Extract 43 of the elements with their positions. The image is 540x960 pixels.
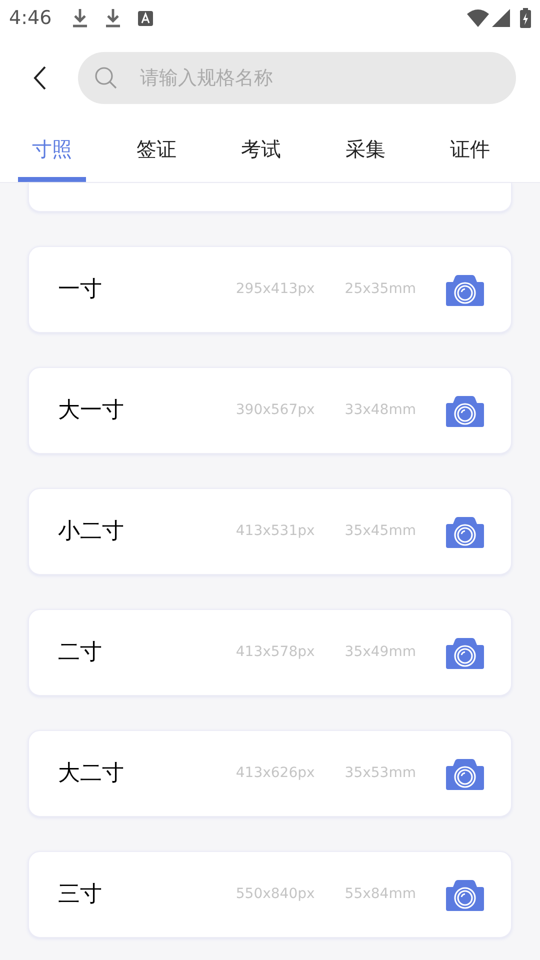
print-size: 33x48mm (344, 401, 416, 420)
camera-icon[interactable] (446, 758, 484, 790)
print-size: 35x45mm (344, 522, 416, 541)
search-icon (94, 66, 118, 90)
pixel-size: 550x840px (236, 885, 315, 904)
spec-name: 大一寸 (58, 397, 125, 425)
pixel-size: 295x413px (236, 280, 315, 299)
spec-name: 三寸 (58, 881, 103, 909)
pixel-size: 390x567px (236, 401, 315, 420)
battery-icon (520, 8, 531, 28)
category-tab[interactable]: 签证 (122, 120, 191, 182)
spec-card[interactable]: 大一寸 390x567px 33x48mm (28, 367, 512, 454)
spec-name: 小二寸 (58, 518, 125, 546)
spec-card[interactable]: 大二寸 413x626px 35x53mm (28, 730, 512, 817)
keyboard-icon (138, 10, 153, 26)
print-size: 25x35mm (344, 280, 416, 299)
camera-icon[interactable] (446, 516, 484, 548)
category-tab[interactable]: 采集 (331, 120, 400, 182)
wifi-icon (467, 9, 489, 27)
spec-card[interactable]: 二寸 413x578px 35x49mm (28, 609, 512, 696)
pixel-size: 413x531px (236, 522, 315, 541)
camera-icon[interactable] (446, 636, 484, 668)
download-icon (72, 8, 88, 28)
status-time: 4:46 (9, 6, 52, 31)
pixel-size: 413x578px (236, 643, 315, 662)
spec-name: 大二寸 (58, 760, 125, 788)
camera-icon[interactable] (446, 394, 484, 426)
spec-name: 二寸 (58, 639, 103, 667)
spec-card[interactable]: 三寸 550x840px 55x84mm (28, 851, 512, 938)
signal-icon (492, 9, 510, 27)
print-size: 55x84mm (344, 885, 416, 904)
search-field[interactable]: 请输入规格名称 (78, 52, 516, 104)
print-size: 35x53mm (344, 764, 416, 783)
pixel-size: 413x626px (236, 764, 315, 783)
camera-icon[interactable] (446, 274, 484, 306)
spec-name: 一寸 (58, 276, 103, 304)
camera-icon[interactable] (446, 878, 484, 910)
category-tab[interactable]: 考试 (226, 120, 296, 182)
print-size: 35x49mm (344, 643, 416, 662)
spec-card[interactable]: 小二寸 413x531px 35x45mm (28, 488, 512, 575)
category-tab[interactable]: 证件 (436, 120, 504, 182)
spec-card[interactable]: 一寸 295x413px 25x35mm (28, 246, 512, 333)
download-icon (104, 8, 121, 28)
